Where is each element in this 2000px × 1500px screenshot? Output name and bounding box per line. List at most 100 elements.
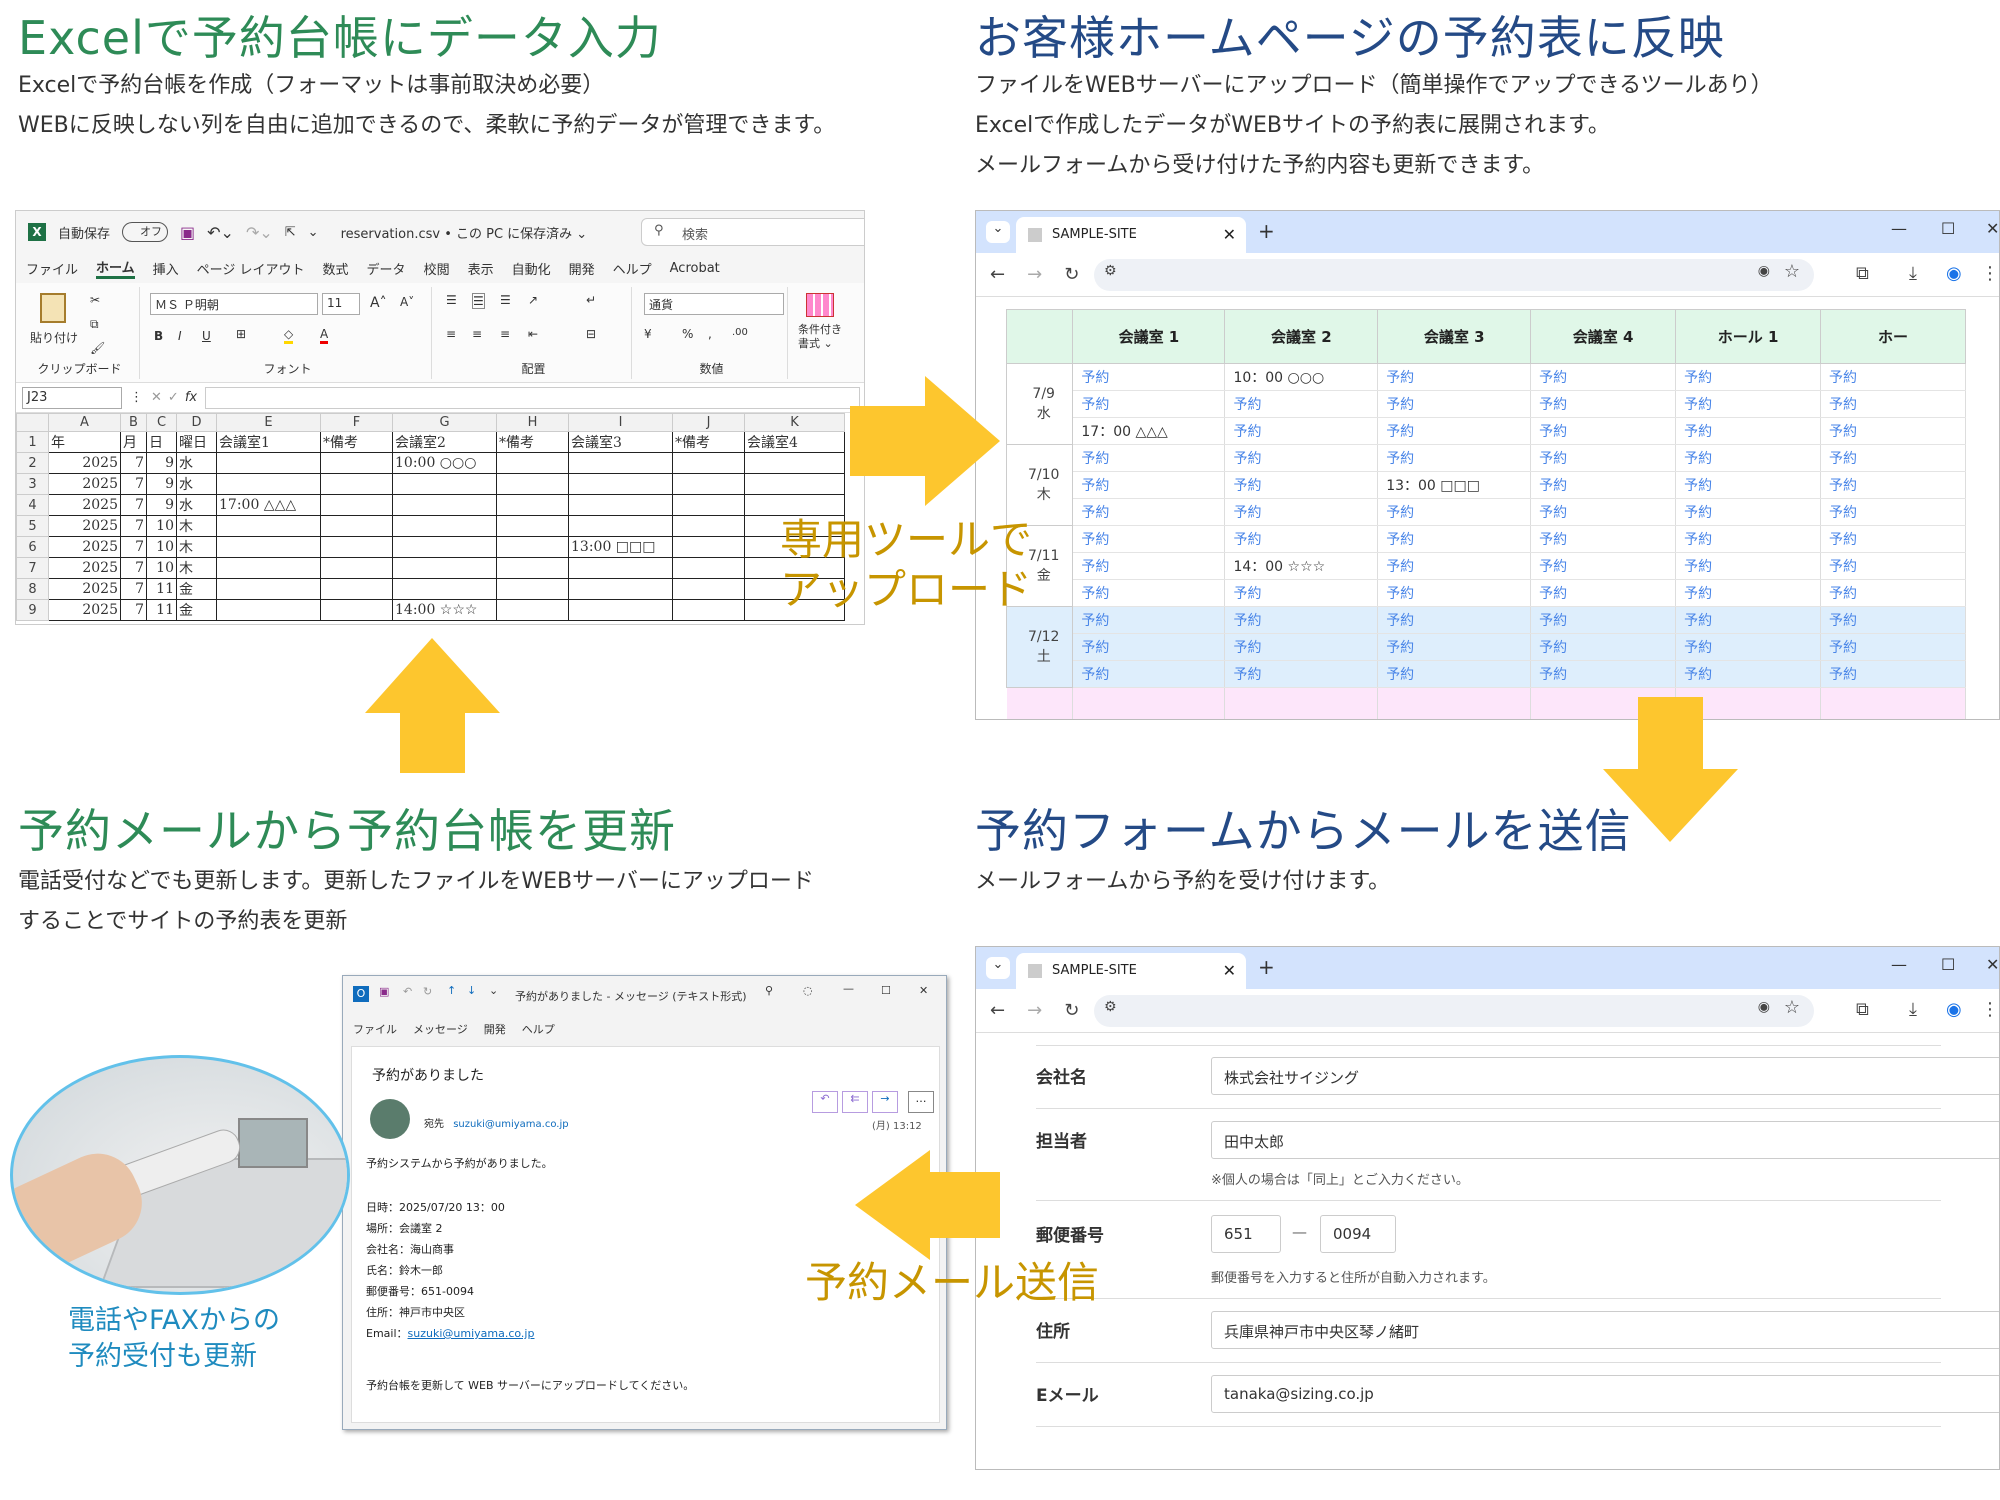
cell[interactable]: *備考	[672, 431, 745, 453]
cell[interactable]	[392, 536, 497, 558]
cell[interactable]: 17:00 △△△	[216, 494, 321, 516]
cell[interactable]: 10:00 ○○○	[392, 452, 497, 474]
reserve-link[interactable]: 予約	[1377, 498, 1532, 526]
reserve-link[interactable]: 予約	[1072, 525, 1226, 553]
reserve-link[interactable]: 予約	[1675, 606, 1822, 634]
orientation-icon[interactable]: ↗	[528, 293, 538, 307]
cell[interactable]: 10	[146, 557, 177, 579]
name-box[interactable]: J23	[22, 386, 122, 409]
reserve-link[interactable]: 予約	[1820, 633, 1966, 661]
reserve-link[interactable]: 予約	[1224, 417, 1379, 445]
cell[interactable]	[392, 557, 497, 579]
reserve-link[interactable]: 予約	[1820, 660, 1966, 688]
cell[interactable]: 9	[146, 473, 177, 495]
reserve-link[interactable]: 予約	[1377, 633, 1532, 661]
paste-icon[interactable]	[40, 293, 66, 323]
reserve-link[interactable]: 予約	[1820, 498, 1966, 526]
cell[interactable]	[744, 452, 845, 474]
cell[interactable]	[320, 599, 393, 621]
reserve-link[interactable]: 予約	[1377, 444, 1532, 472]
cell[interactable]	[672, 494, 745, 516]
cell[interactable]: 7	[120, 494, 147, 516]
browser-tab[interactable]: SAMPLE-SITE ✕	[1016, 217, 1246, 253]
forward-icon[interactable]: →	[1027, 1000, 1042, 1021]
cell[interactable]: 2025	[48, 452, 121, 474]
cell[interactable]	[320, 515, 393, 537]
cell[interactable]	[672, 599, 745, 621]
cell[interactable]: 会議室1	[216, 431, 321, 453]
cell[interactable]	[568, 557, 673, 579]
align-left-icon[interactable]: ≡	[446, 327, 456, 341]
maximize-icon[interactable]: ☐	[1941, 219, 1955, 238]
cell[interactable]: 2025	[48, 473, 121, 495]
cell[interactable]	[568, 515, 673, 537]
maximize-icon[interactable]: ☐	[881, 984, 891, 997]
reserve-link[interactable]: 予約	[1820, 444, 1966, 472]
cell[interactable]: 2025	[48, 494, 121, 516]
reply-icon[interactable]: ↶	[812, 1091, 838, 1113]
reserve-link[interactable]: 予約	[1820, 390, 1966, 418]
row-number[interactable]: 3	[16, 473, 49, 495]
cell[interactable]	[392, 515, 497, 537]
reserve-link[interactable]: 予約	[1072, 390, 1226, 418]
reserve-link[interactable]: 予約	[1072, 579, 1226, 607]
site-info-icon[interactable]: ⚙	[1104, 999, 1117, 1015]
hidden-eye-icon[interactable]: ◉	[1758, 263, 1770, 279]
reserve-link[interactable]: 予約	[1530, 660, 1677, 688]
cell[interactable]	[216, 473, 321, 495]
profile-icon[interactable]: ◉	[1946, 263, 1962, 284]
reserve-link[interactable]: 予約	[1224, 498, 1379, 526]
enter-icon[interactable]: ✓	[168, 390, 179, 405]
cell[interactable]	[320, 452, 393, 474]
bookmark-star-icon[interactable]: ☆	[1784, 997, 1800, 1018]
qat-more-icon[interactable]: ⌄	[489, 984, 498, 997]
reserve-link[interactable]: 予約	[1820, 471, 1966, 499]
cell[interactable]	[672, 557, 745, 579]
reserve-link[interactable]: 予約	[1530, 633, 1677, 661]
reserve-link[interactable]: 予約	[1530, 606, 1677, 634]
cell[interactable]	[392, 578, 497, 600]
cell[interactable]	[496, 536, 569, 558]
reserve-link[interactable]: 予約	[1377, 363, 1532, 391]
excel-search-box[interactable]: ⚲ 検索	[641, 218, 864, 246]
cell[interactable]: 日	[146, 431, 177, 453]
cut-icon[interactable]: ✂	[90, 293, 100, 307]
tab-list-icon[interactable]: ⌄	[986, 221, 1010, 243]
align-bottom-icon[interactable]: ☰	[500, 293, 511, 307]
tab-help[interactable]: ヘルプ	[613, 259, 652, 278]
reserve-link[interactable]: 予約	[1530, 390, 1677, 418]
down-icon[interactable]: ↓	[467, 984, 476, 997]
reserve-link[interactable]: 予約	[1530, 525, 1677, 553]
cancel-icon[interactable]: ✕	[151, 390, 162, 405]
cell[interactable]	[216, 557, 321, 579]
close-tab-icon[interactable]: ✕	[1223, 225, 1236, 244]
cell[interactable]: 2025	[48, 578, 121, 600]
bold-icon[interactable]: B	[154, 329, 163, 343]
mail-tab-file[interactable]: ファイル	[353, 1021, 397, 1037]
cursor-icon[interactable]: ⇱	[285, 225, 296, 240]
reload-icon[interactable]: ↻	[1064, 1000, 1079, 1021]
tab-file[interactable]: ファイル	[26, 259, 78, 278]
reserve-link[interactable]: 予約	[1820, 552, 1966, 580]
conditional-format-button[interactable]: 条件付き書式 ⌄	[798, 323, 850, 351]
column-letter[interactable]: D	[176, 413, 217, 432]
minimize-icon[interactable]: —	[1891, 219, 1907, 238]
align-right-icon[interactable]: ≡	[500, 327, 510, 341]
cell[interactable]: 水	[176, 473, 217, 495]
minimize-icon[interactable]: —	[1891, 955, 1907, 974]
reserve-link[interactable]: 予約	[1820, 579, 1966, 607]
cell[interactable]: 11	[146, 599, 177, 621]
cell[interactable]: 7	[120, 578, 147, 600]
reserve-link[interactable]: 予約	[1820, 525, 1966, 553]
reserve-link[interactable]: 予約	[1072, 363, 1226, 391]
reserve-link[interactable]: 予約	[1377, 417, 1532, 445]
cell[interactable]	[672, 452, 745, 474]
reserve-link[interactable]: 予約	[1072, 660, 1226, 688]
cell[interactable]: 会議室4	[744, 431, 845, 453]
reserve-link[interactable]: 予約	[1530, 444, 1677, 472]
reserve-link[interactable]: 予約	[1530, 579, 1677, 607]
tab-developer[interactable]: 開発	[569, 259, 595, 278]
close-icon[interactable]: ✕	[919, 984, 928, 997]
cell[interactable]: 2025	[48, 536, 121, 558]
download-icon[interactable]: ⤓	[1909, 263, 1917, 284]
